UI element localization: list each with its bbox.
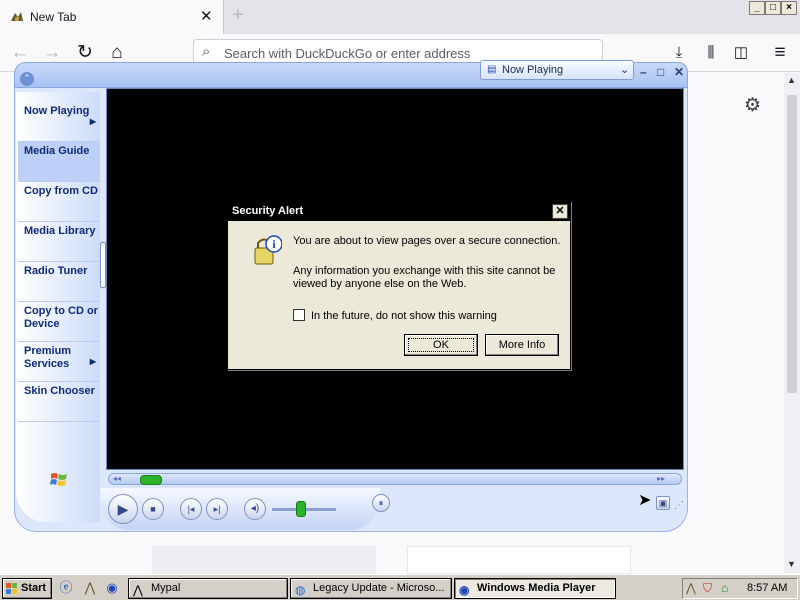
taskpane-item[interactable]: Premium Services ▶ — [18, 342, 100, 382]
ie-quicklaunch-icon[interactable]: ⓔ — [58, 580, 74, 596]
dialog-close-button[interactable]: ✕ — [552, 204, 568, 219]
start-label: Start — [21, 582, 47, 594]
lock-info-icon: i — [254, 235, 282, 265]
taskbar-button-label: Windows Media Player — [477, 582, 596, 594]
mypal-icon: ⋀ — [133, 583, 143, 597]
menu-icon[interactable]: ≡ — [768, 41, 792, 65]
seek-thumb[interactable] — [140, 475, 162, 485]
scroll-up-icon[interactable]: ▲ — [787, 75, 796, 85]
windows-flag-icon — [6, 583, 17, 594]
wmp-maximize-button[interactable]: □ — [657, 65, 664, 79]
taskbar: Start ⓔ ⋀ ◉ ⋀ Mypal ◍ Legacy Update - Mi… — [0, 574, 800, 600]
mypal-favicon-icon — [11, 12, 23, 21]
wmp-icon: ◉ — [459, 583, 470, 597]
sidebar-icon[interactable]: ◫ — [729, 41, 753, 65]
wmp-minimize-button[interactable]: – — [640, 65, 647, 79]
more-info-button[interactable]: More Info — [485, 334, 559, 356]
dialog-title: Security Alert — [228, 202, 570, 221]
mouse-cursor-icon: ➤ — [638, 492, 652, 509]
dialog-message-1: You are about to view pages over a secur… — [293, 235, 561, 247]
dialog-message-2-line2: viewed by anyone else on the Web. — [293, 278, 467, 290]
checkbox-label[interactable]: In the future, do not show this warning — [311, 310, 497, 322]
scrollbar-thumb[interactable] — [787, 95, 797, 393]
volume-thumb[interactable] — [296, 501, 306, 517]
seek-forward-icon[interactable]: ▸▸ — [657, 474, 665, 483]
system-tray: ⋀ ⛉ ⌂ 8:57 AM — [682, 578, 798, 599]
playlist-icon: ▤ — [487, 64, 497, 75]
taskpane-item-label: Copy from CD — [24, 185, 98, 197]
taskbar-button-label: Legacy Update - Microso... — [313, 582, 445, 594]
start-button[interactable]: Start — [2, 578, 52, 599]
previous-button[interactable]: |◂ — [180, 498, 202, 520]
wmp-close-button[interactable]: ✕ — [674, 65, 684, 79]
search-icon: ⌕ — [202, 43, 211, 60]
dialog-message-2-line1: Any information you exchange with this s… — [293, 265, 556, 277]
top-site-tile[interactable] — [152, 546, 376, 574]
taskpane-item[interactable]: Copy to CD or Device — [18, 302, 100, 342]
page-scrollbar[interactable]: ▲ ▼ — [784, 73, 800, 573]
chevron-right-icon: ▶ — [89, 117, 96, 126]
taskpane-item[interactable]: Radio Tuner — [18, 262, 100, 302]
tray-mypal-icon[interactable]: ⋀ — [686, 581, 696, 595]
wmp-quicklaunch-icon[interactable]: ◉ — [104, 580, 120, 596]
maximize-button[interactable]: □ — [765, 1, 781, 15]
security-alert-dialog: Security Alert ✕ i You are about to view… — [227, 201, 571, 370]
scroll-down-icon[interactable]: ▼ — [787, 559, 796, 569]
new-tab-button[interactable]: + — [232, 4, 244, 27]
play-button[interactable]: ▶ — [108, 494, 138, 524]
taskpane-item[interactable]: Media Library — [18, 222, 100, 262]
clock: 8:57 AM — [747, 582, 788, 594]
tab-close-icon[interactable]: ✕ — [200, 7, 213, 25]
chevron-down-icon: ⌄ — [620, 64, 630, 76]
mute-button[interactable]: ◂) — [244, 498, 266, 520]
mini-player-button[interactable]: ▣ — [656, 496, 670, 510]
taskbar-button-wmp[interactable]: ◉ Windows Media Player — [454, 578, 616, 599]
taskpane-item[interactable]: Now Playing ▶ — [18, 102, 100, 142]
taskpane-item-label: Premium Services — [24, 345, 72, 370]
taskpane-item[interactable]: Copy from CD — [18, 182, 100, 222]
ok-button[interactable]: OK — [404, 334, 478, 356]
taskpane-item-label: Copy to CD or Device — [24, 305, 98, 330]
taskbar-button-label: Mypal — [151, 582, 181, 594]
chevron-right-icon: ▶ — [89, 357, 96, 366]
taskpane-item-label: Radio Tuner — [24, 265, 88, 277]
taskpane-item-label: Media Library — [24, 225, 96, 237]
top-site-tile[interactable] — [407, 546, 631, 574]
stop-button[interactable]: ■ — [142, 498, 164, 520]
network-icon[interactable]: ⌂ — [721, 581, 728, 595]
tab-title: New Tab — [30, 10, 77, 24]
windows-logo-icon — [50, 473, 67, 486]
seek-rewind-icon[interactable]: ◂◂ — [113, 474, 121, 483]
wmp-collapse-icon[interactable]: ⌃ — [20, 72, 34, 86]
next-button[interactable]: ▸| — [206, 498, 228, 520]
mypal-quicklaunch-icon[interactable]: ⋀ — [82, 580, 98, 596]
taskbar-button-mypal[interactable]: ⋀ Mypal — [128, 578, 288, 599]
taskpane-item-label: Skin Chooser — [24, 385, 95, 397]
do-not-show-checkbox[interactable] — [293, 309, 305, 321]
seek-bar[interactable]: ◂◂ ▸▸ — [108, 473, 682, 485]
library-icon[interactable]: ⫼ — [699, 41, 723, 65]
browser-tab[interactable]: New Tab ✕ — [0, 0, 224, 34]
resize-grip-icon[interactable]: ⋰ — [674, 500, 684, 511]
now-playing-select-label: Now Playing — [502, 64, 564, 76]
taskpane-item[interactable]: Skin Chooser — [18, 382, 100, 422]
taskpane-item-label: Media Guide — [24, 145, 90, 157]
minimize-button[interactable]: _ — [749, 1, 765, 15]
taskpane-item[interactable]: Media Guide — [18, 142, 100, 182]
now-playing-select[interactable]: ▤ Now Playing ⌄ — [480, 60, 634, 80]
globe-icon: ◍ — [295, 583, 306, 597]
taskbar-button-legacy-update[interactable]: ◍ Legacy Update - Microso... — [290, 578, 452, 599]
settings-gear-icon[interactable]: ⚙ — [744, 94, 761, 117]
close-window-button[interactable]: × — [781, 1, 797, 15]
taskpane-item-label: Now Playing — [24, 105, 90, 117]
security-shield-icon[interactable]: ⛉ — [703, 581, 712, 596]
equalizer-button[interactable]: ⏸ — [372, 494, 390, 512]
